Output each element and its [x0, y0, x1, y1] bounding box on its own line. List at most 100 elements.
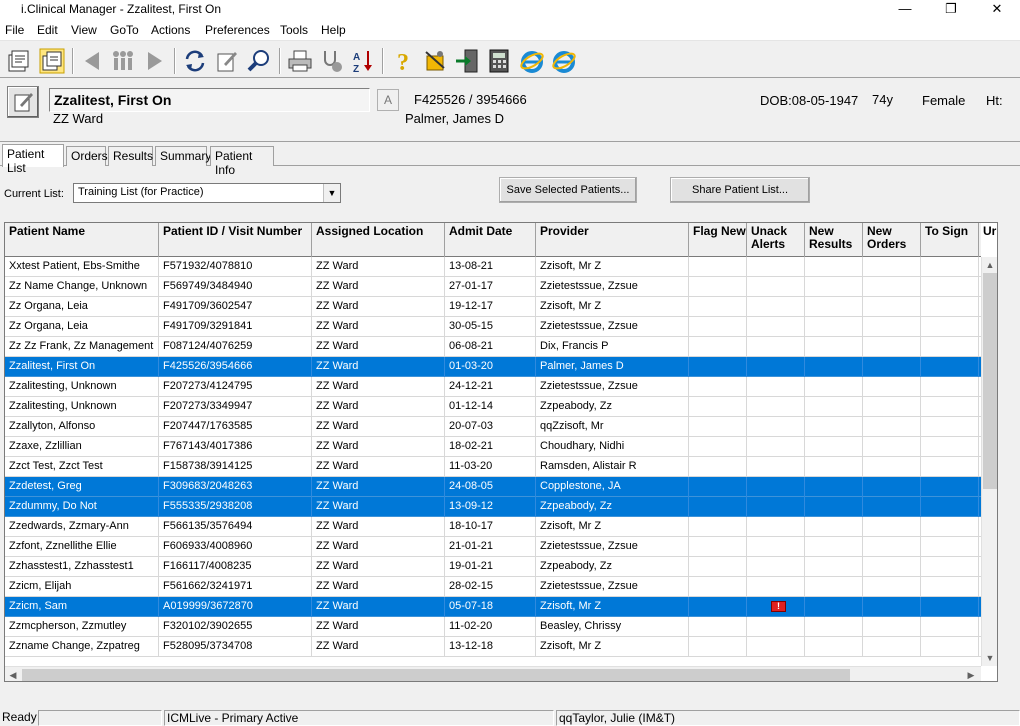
- horizontal-scrollbar[interactable]: ◀ ▶: [5, 666, 981, 681]
- current-list-dropdown[interactable]: Training List (for Practice) ▼: [73, 183, 341, 203]
- table-row[interactable]: Zz Organa, Leia F491709/3602547 ZZ Ward 19-…: [5, 297, 989, 317]
- table-row[interactable]: Zzname Change, Zzpatreg F528095/3734708 ZZ…: [5, 637, 989, 657]
- table-row[interactable]: Zzmcpherson, Zzmutley F320102/3902655 ZZ W…: [5, 617, 989, 637]
- tab-results[interactable]: Results: [108, 146, 153, 166]
- save-selected-patients-button[interactable]: Save Selected Patients...: [499, 177, 637, 203]
- vertical-scrollbar[interactable]: ▲ ▼: [981, 257, 997, 666]
- people-icon[interactable]: [110, 48, 136, 74]
- table-row[interactable]: Zzicm, Elijah F561662/3241971 ZZ Ward 28-02…: [5, 577, 989, 597]
- table-row[interactable]: Zzalitesting, Unknown F207273/4124795 ZZ W…: [5, 377, 989, 397]
- menu-file[interactable]: File: [5, 23, 24, 37]
- column-header-ur[interactable]: Ur: [979, 223, 997, 257]
- table-row[interactable]: Zz Organa, Leia F491709/3291841 ZZ Ward 30-…: [5, 317, 989, 337]
- cell-new-results: [805, 477, 863, 497]
- column-header-new-orders[interactable]: New Orders: [863, 223, 921, 257]
- cell-patient-name: Zzalitest, First On: [5, 357, 159, 377]
- forward-arrow-icon[interactable]: [142, 48, 168, 74]
- internet-explorer-icon-2[interactable]: [551, 48, 577, 74]
- table-row[interactable]: Zzdetest, Greg F309683/2048263 ZZ Ward 24-0…: [5, 477, 989, 497]
- column-header-to-sign[interactable]: To Sign: [921, 223, 979, 257]
- table-row[interactable]: Zzedwards, Zzmary-Ann F566135/3576494 ZZ W…: [5, 517, 989, 537]
- cell-unack-alerts: [747, 377, 805, 397]
- column-header-new-results[interactable]: New Results: [805, 223, 863, 257]
- horizontal-scroll-thumb[interactable]: [22, 669, 850, 681]
- cell-patient-id: F555335/2938208: [159, 497, 312, 517]
- cell-provider: Zzpeabody, Zz: [536, 497, 689, 517]
- table-row[interactable]: Zzallyton, Alfonso F207447/1763585 ZZ Ward…: [5, 417, 989, 437]
- share-patient-list-button[interactable]: Share Patient List...: [670, 177, 810, 203]
- scroll-down-icon[interactable]: ▼: [982, 650, 997, 666]
- table-row[interactable]: Zzicm, Sam A019999/3672870 ZZ Ward 05-07-18…: [5, 597, 989, 617]
- cell-to-sign: [921, 637, 979, 657]
- cell-new-orders: [863, 437, 921, 457]
- scroll-left-icon[interactable]: ◀: [5, 667, 21, 681]
- calculator-icon[interactable]: [486, 48, 512, 74]
- maximize-button[interactable]: ❐: [928, 0, 974, 20]
- unack-alert-icon[interactable]: !: [771, 601, 786, 612]
- minimize-button[interactable]: —: [882, 0, 928, 20]
- table-row[interactable]: Zzaxe, Zzlillian F767143/4017386 ZZ Ward 18…: [5, 437, 989, 457]
- allergy-button[interactable]: A: [377, 89, 399, 111]
- notes-icon[interactable]: [214, 48, 240, 74]
- patient-list-icon[interactable]: [6, 48, 32, 74]
- patient-notes-icon[interactable]: [7, 86, 39, 118]
- back-arrow-icon[interactable]: [79, 48, 105, 74]
- menu-tools[interactable]: Tools: [280, 23, 308, 37]
- help-icon[interactable]: ?: [390, 48, 416, 74]
- status-user: qqTaylor, Julie (IM&T): [556, 710, 1020, 726]
- column-header-unack-alerts[interactable]: Unack Alerts: [747, 223, 805, 257]
- table-row[interactable]: Zzfont, Zznellithe Ellie F606933/4008960 Z…: [5, 537, 989, 557]
- menu-preferences[interactable]: Preferences: [205, 23, 270, 37]
- menu-actions[interactable]: Actions: [151, 23, 190, 37]
- column-header-patient-name[interactable]: Patient Name: [5, 223, 159, 257]
- column-header-admit-date[interactable]: Admit Date: [445, 223, 536, 257]
- cell-admit-date: 18-10-17: [445, 517, 536, 537]
- chevron-down-icon[interactable]: ▼: [323, 184, 340, 202]
- tab-summary[interactable]: Summary: [155, 146, 211, 166]
- column-header-provider[interactable]: Provider: [536, 223, 689, 257]
- cell-provider: Zzietestssue, Zzsue: [536, 537, 689, 557]
- scroll-up-icon[interactable]: ▲: [982, 257, 997, 273]
- cell-admit-date: 30-05-15: [445, 317, 536, 337]
- tab-patient-list[interactable]: Patient List: [2, 144, 64, 175]
- cell-patient-id: A019999/3672870: [159, 597, 312, 617]
- column-header-location[interactable]: Assigned Location: [312, 223, 445, 257]
- tab-patient-info[interactable]: Patient Info: [210, 146, 274, 177]
- table-row[interactable]: Xxtest Patient, Ebs-Smithe F571932/407881…: [5, 257, 989, 277]
- close-button[interactable]: ✕: [974, 0, 1020, 20]
- search-icon[interactable]: [246, 48, 272, 74]
- cell-admit-date: 05-07-18: [445, 597, 536, 617]
- table-row[interactable]: Zzalitest, First On F425526/3954666 ZZ War…: [5, 357, 989, 377]
- cell-patient-id: F207273/3349947: [159, 397, 312, 417]
- menu-goto[interactable]: GoTo: [110, 23, 139, 37]
- table-row[interactable]: Zz Name Change, Unknown F569749/3484940 ZZ…: [5, 277, 989, 297]
- print-icon[interactable]: [287, 48, 313, 74]
- column-header-flag-new[interactable]: Flag New: [689, 223, 747, 257]
- cell-location: ZZ Ward: [312, 497, 445, 517]
- cell-to-sign: [921, 437, 979, 457]
- menu-edit[interactable]: Edit: [37, 23, 58, 37]
- tools-icon[interactable]: [422, 48, 448, 74]
- menu-view[interactable]: View: [71, 23, 97, 37]
- exit-icon[interactable]: [454, 48, 480, 74]
- internet-explorer-icon[interactable]: [519, 48, 545, 74]
- patient-list-edit-icon[interactable]: [39, 48, 65, 74]
- table-row[interactable]: Zzalitesting, Unknown F207273/3349947 ZZ W…: [5, 397, 989, 417]
- cell-new-results: [805, 457, 863, 477]
- table-row[interactable]: Zzhasstest1, Zzhasstest1 F166117/4008235 Z…: [5, 557, 989, 577]
- sort-az-icon[interactable]: AZ: [350, 48, 376, 74]
- column-header-patient-id[interactable]: Patient ID / Visit Number: [159, 223, 312, 257]
- menu-help[interactable]: Help: [321, 23, 346, 37]
- cell-flag-new: [689, 617, 747, 637]
- table-row[interactable]: Zz Zz Frank, Zz Management F087124/407625…: [5, 337, 989, 357]
- cell-unack-alerts: [747, 577, 805, 597]
- vertical-scroll-thumb[interactable]: [983, 273, 997, 489]
- cell-location: ZZ Ward: [312, 397, 445, 417]
- stethoscope-icon[interactable]: [319, 48, 345, 74]
- refresh-icon[interactable]: [182, 48, 208, 74]
- cell-admit-date: 21-01-21: [445, 537, 536, 557]
- tab-orders[interactable]: Orders: [66, 146, 108, 166]
- table-row[interactable]: Zzdummy, Do Not F555335/2938208 ZZ Ward 13-…: [5, 497, 989, 517]
- scroll-right-icon[interactable]: ▶: [963, 667, 979, 681]
- table-row[interactable]: Zzct Test, Zzct Test F158738/3914125 ZZ Wa…: [5, 457, 989, 477]
